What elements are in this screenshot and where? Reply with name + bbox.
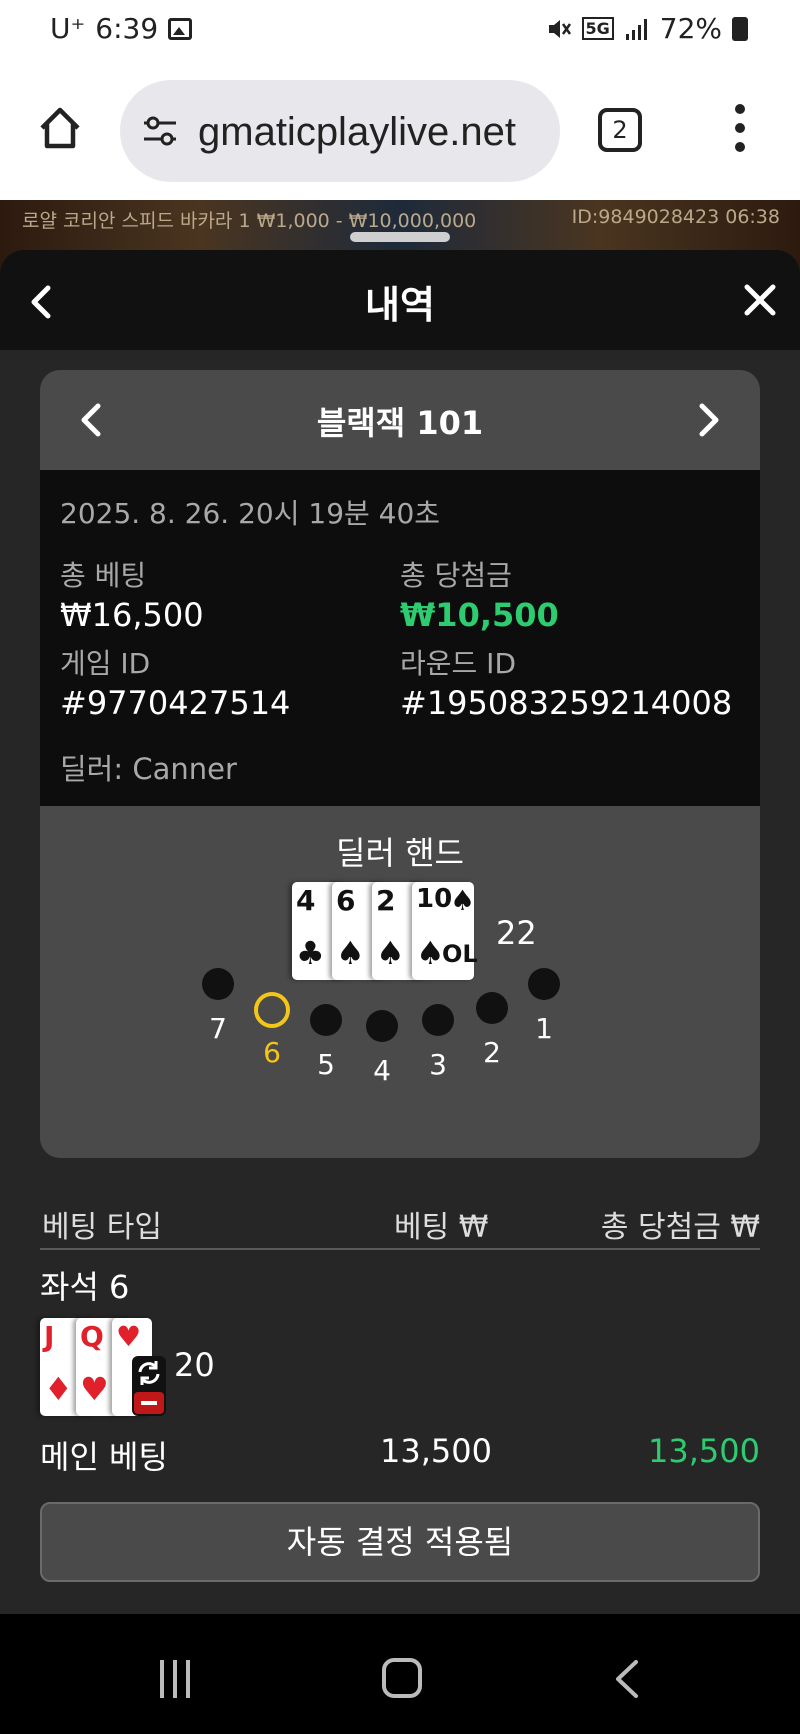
round-id-label: 라운드 ID [400, 647, 516, 680]
dealer-hand-title: 딜러 핸드 [336, 834, 464, 872]
seat-dot-active [254, 992, 290, 1028]
game-id-value: #9770427514 [60, 684, 291, 722]
game-id-label: 게임 ID [60, 647, 151, 680]
mute-icon [548, 19, 571, 38]
recent-apps-icon[interactable] [160, 1660, 200, 1698]
total-win-value: ₩10,500 [400, 596, 559, 634]
sheet-drag-handle[interactable] [350, 232, 450, 242]
total-win-label: 총 당첨금 [400, 559, 512, 592]
seat-dot [366, 1010, 398, 1042]
url-text[interactable]: gmaticplaylive.net [198, 110, 548, 155]
home-icon[interactable] [36, 104, 84, 152]
more-menu-icon[interactable] [724, 104, 756, 156]
seat-number: 7 [209, 1012, 227, 1045]
sheet-header: 내역 [0, 250, 800, 350]
player-total: 20 [174, 1346, 215, 1384]
battery-percent: 72% [659, 12, 722, 45]
tabs-button[interactable]: 2 [598, 108, 642, 152]
dealer-name: 딜러: Canner [60, 752, 237, 786]
address-bar[interactable]: gmaticplaylive.net [120, 80, 560, 182]
clock: 6:39 [95, 12, 159, 45]
col-bet-type: 베팅 타입 [42, 1210, 162, 1245]
auto-decision-button[interactable]: 자동 결정 적용됨 [40, 1502, 760, 1582]
seat-dot [202, 968, 234, 1000]
gallery-notification-icon [168, 17, 193, 40]
seat-number: 4 [373, 1054, 391, 1087]
dealer-cards: 4 ♣ 6 ♠ 2 ♠ 10 ♠ ♠ OL [292, 882, 492, 980]
playing-card: 10 ♠ ♠ OL [412, 882, 478, 980]
carrier-label: U⁺ [50, 12, 86, 45]
round-id-value: #195083259214008 [400, 684, 733, 722]
main-bet-win: 13,500 [648, 1432, 760, 1470]
next-round-icon[interactable] [694, 402, 724, 438]
status-bar: U⁺ 6:39 5G 72% [0, 0, 800, 64]
main-bet-stake: 13,500 [380, 1432, 492, 1470]
site-settings-icon[interactable] [140, 114, 180, 148]
round-datetime: 2025. 8. 26. 20시 19분 40초 [60, 497, 441, 530]
battery-icon [732, 16, 748, 41]
minus-icon [134, 1392, 164, 1414]
main-bet-label: 메인 베팅 [40, 1438, 168, 1476]
seat-dot [422, 1004, 454, 1036]
dealer-total: 22 [496, 914, 537, 952]
seat-label: 좌석 6 [40, 1268, 130, 1306]
seat-number: 2 [483, 1036, 501, 1069]
sheet-title: 내역 [365, 283, 435, 327]
signal-icon [625, 18, 647, 40]
network-type: 5G [581, 17, 614, 40]
close-icon[interactable] [742, 282, 778, 318]
bets-table-header: 베팅 타입 베팅 ₩ 총 당첨금 ₩ [40, 1196, 760, 1250]
seat-dot [310, 1004, 342, 1036]
seat-number: 3 [429, 1048, 447, 1081]
total-bet-label: 총 베팅 [60, 559, 147, 592]
seat-dot [528, 968, 560, 1000]
seat-number: 1 [535, 1012, 553, 1045]
seat-dot [476, 992, 508, 1024]
dealer-hand-panel: 딜러 핸드 4 ♣ 6 ♠ 2 ♠ 10 ♠ ♠ OL 22 7 6 5 4 3 2 [40, 806, 760, 1158]
round-info: 2025. 8. 26. 20시 19분 40초 총 베팅 ₩16,500 총 … [40, 470, 760, 806]
col-total-win: 총 당첨금 ₩ [600, 1210, 760, 1245]
table-info: 로얄 코리안 스피드 바카라 1 ₩1,000 - ₩10,000,000 [22, 210, 477, 232]
seat-number-active: 6 [263, 1036, 281, 1069]
back-nav-icon[interactable] [612, 1658, 642, 1700]
round-navigator: 블랙잭 101 [40, 370, 760, 470]
game-title: 블랙잭 101 [316, 404, 484, 442]
col-bet-amount: 베팅 ₩ [394, 1210, 489, 1245]
session-info: ID:9849028423 06:38 [571, 206, 780, 228]
total-bet-value: ₩16,500 [60, 596, 204, 634]
system-nav-bar [0, 1614, 800, 1734]
browser-toolbar: gmaticplaylive.net 2 [0, 64, 800, 200]
round-detail-card: 블랙잭 101 2025. 8. 26. 20시 19분 40초 총 베팅 ₩1… [40, 370, 760, 1158]
home-nav-icon[interactable] [382, 1658, 422, 1698]
seat-number: 5 [317, 1048, 335, 1081]
